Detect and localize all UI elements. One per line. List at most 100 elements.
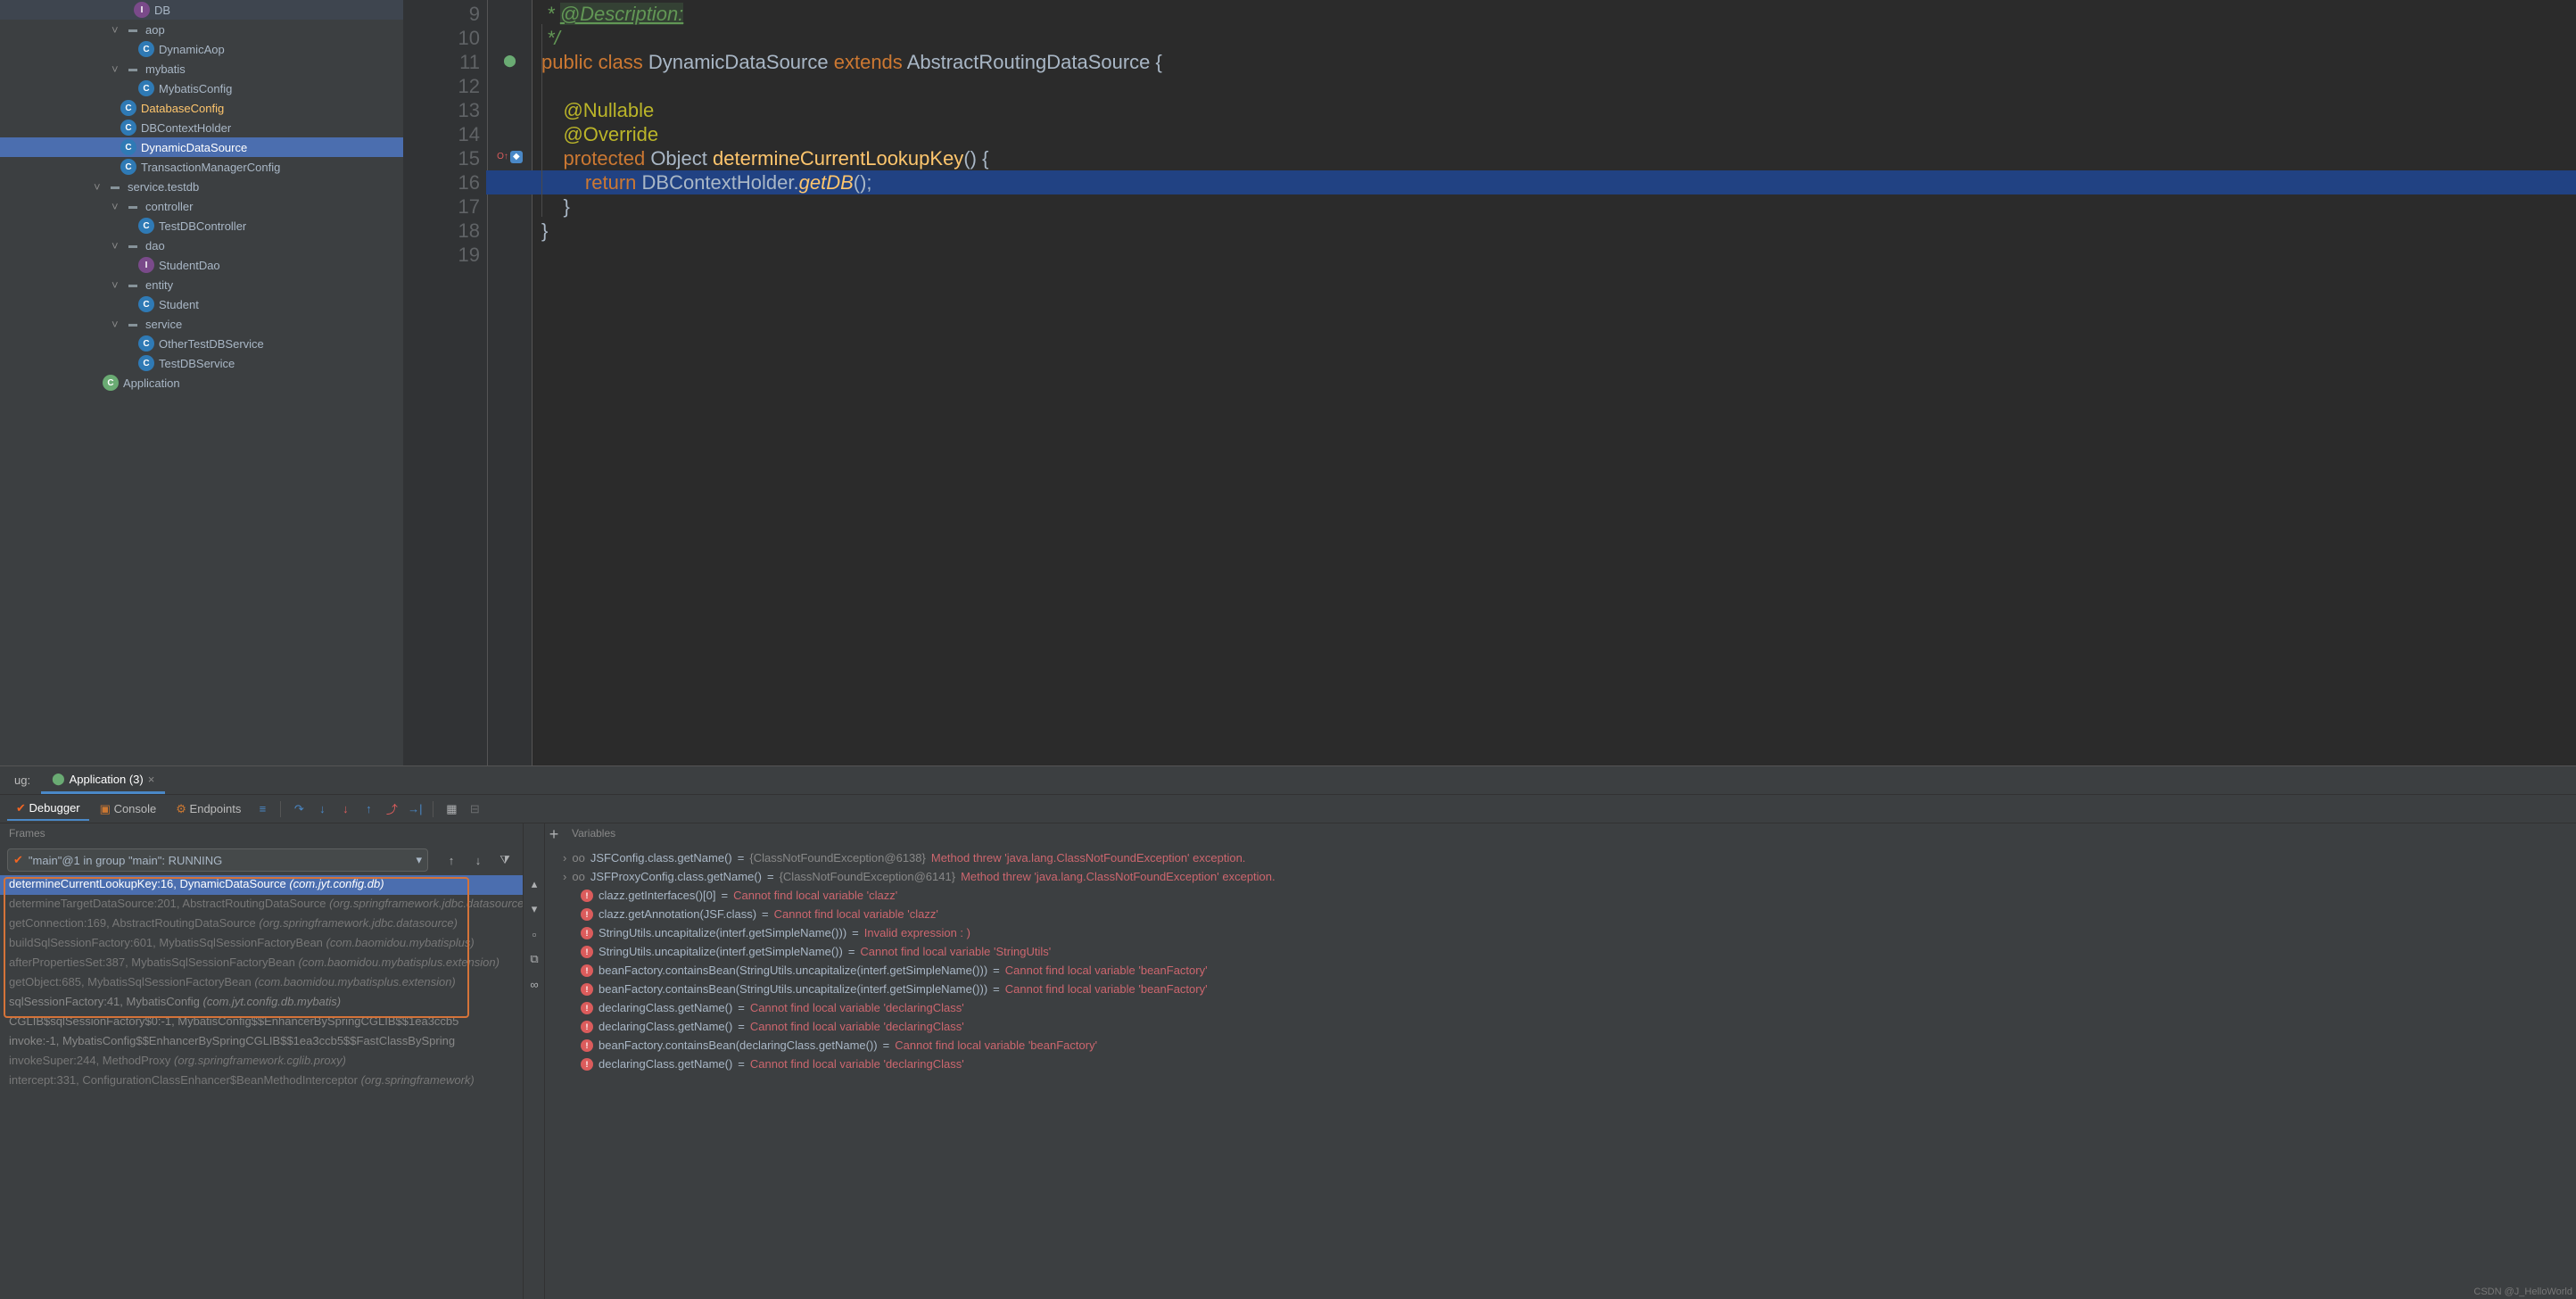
- variable-row[interactable]: ›ooJSFConfig.class.getName() = {ClassNot…: [545, 848, 2576, 867]
- variables-list[interactable]: ›ooJSFConfig.class.getName() = {ClassNot…: [545, 845, 2576, 1299]
- tree-item-mybatis[interactable]: ˅▬mybatis: [0, 59, 403, 79]
- frame-row[interactable]: invoke:-1, MybatisConfig$$EnhancerBySpri…: [0, 1032, 523, 1052]
- variable-row[interactable]: ›ooJSFProxyConfig.class.getName() = {Cla…: [545, 867, 2576, 886]
- tree-item-servicetestdb[interactable]: ˅▬service.testdb: [0, 177, 403, 196]
- prev-frame-icon[interactable]: ↑: [441, 849, 462, 871]
- class-icon: C: [138, 335, 154, 352]
- run-tab-application[interactable]: ⬤Application (3)×: [41, 766, 165, 794]
- frame-row[interactable]: buildSqlSessionFactory:601, MybatisSqlSe…: [0, 934, 523, 954]
- class-icon: C: [138, 218, 154, 234]
- variable-row[interactable]: !declaringClass.getName() = Cannot find …: [545, 1055, 2576, 1073]
- project-tree[interactable]: I DB ˅▬aop CDynamicAop ˅▬mybatis CMybatis…: [0, 0, 403, 765]
- code-area[interactable]: * @Description: */ public class DynamicD…: [533, 0, 2576, 765]
- variable-row[interactable]: !declaringClass.getName() = Cannot find …: [545, 998, 2576, 1017]
- bean-icon: ⬤: [503, 54, 516, 68]
- tree-label: dao: [145, 239, 165, 252]
- tree-label: service.testdb: [128, 180, 199, 194]
- frame-row[interactable]: getConnection:169, AbstractRoutingDataSo…: [0, 914, 523, 934]
- step-out-icon[interactable]: ↑: [358, 798, 379, 820]
- variable-row[interactable]: !StringUtils.uncapitalize(interf.getSimp…: [545, 923, 2576, 942]
- frame-row[interactable]: getObject:685, MybatisSqlSessionFactoryB…: [0, 973, 523, 993]
- variable-row[interactable]: !StringUtils.uncapitalize(interf.getSimp…: [545, 942, 2576, 961]
- filter-icon[interactable]: ⧩: [494, 849, 516, 871]
- frame-row[interactable]: sqlSessionFactory:41, MybatisConfig (com…: [0, 993, 523, 1013]
- frames-header: Frames: [0, 823, 523, 845]
- drop-frame-icon[interactable]: ⤴: [381, 798, 402, 820]
- close-icon[interactable]: ×: [148, 773, 155, 786]
- console-tab[interactable]: ▣ Console: [91, 798, 166, 820]
- variable-row[interactable]: !declaringClass.getName() = Cannot find …: [545, 1017, 2576, 1036]
- frame-row[interactable]: invokeSuper:244, MethodProxy (org.spring…: [0, 1052, 523, 1071]
- debugger-tab[interactable]: ✔ Debugger: [7, 798, 89, 821]
- tree-item-service[interactable]: ˅▬service: [0, 314, 403, 334]
- tree-label: OtherTestDBService: [159, 337, 264, 351]
- variable-row[interactable]: !beanFactory.containsBean(StringUtils.un…: [545, 980, 2576, 998]
- tree-item-dynamicaop[interactable]: CDynamicAop: [0, 39, 403, 59]
- variable-row[interactable]: !beanFactory.containsBean(StringUtils.un…: [545, 961, 2576, 980]
- tree-item-othertestdbservice[interactable]: C OtherTestDBService: [0, 334, 403, 353]
- next-frame-icon[interactable]: ↓: [467, 849, 489, 871]
- chevron-down-icon: ▾: [416, 853, 422, 867]
- frame-row[interactable]: afterPropertiesSet:387, MybatisSqlSessio…: [0, 954, 523, 973]
- interface-icon: I: [134, 2, 150, 18]
- frame-row[interactable]: determineTargetDataSource:201, AbstractR…: [0, 895, 523, 914]
- class-icon: C: [120, 100, 136, 116]
- tree-item-txnmanagerconfig[interactable]: CTransactionManagerConfig: [0, 157, 403, 177]
- variable-row[interactable]: !clazz.getAnnotation(JSF.class) = Cannot…: [545, 905, 2576, 923]
- tree-item-databaseconfig[interactable]: C DatabaseConfig: [0, 98, 403, 118]
- tree-item-student[interactable]: CStudent: [0, 294, 403, 314]
- gutter-annotations: ⬤ O↑◆ ●: [488, 0, 533, 765]
- step-into-icon[interactable]: ↓: [311, 798, 333, 820]
- variable-row[interactable]: !beanFactory.containsBean(declaringClass…: [545, 1036, 2576, 1055]
- tree-item-dbcontextholder[interactable]: CDBContextHolder: [0, 118, 403, 137]
- chevron-down-icon: ˅: [111, 23, 122, 37]
- collapse-icon[interactable]: ▫: [524, 923, 545, 945]
- up-icon[interactable]: ▴: [524, 873, 545, 895]
- down-icon[interactable]: ▾: [524, 898, 545, 920]
- override-icon: O↑: [497, 152, 508, 161]
- frame-row[interactable]: intercept:331, ConfigurationClassEnhance…: [0, 1071, 523, 1091]
- tree-label: DatabaseConfig: [141, 102, 224, 115]
- force-step-into-icon[interactable]: ↓: [334, 798, 356, 820]
- tree-item-aop[interactable]: ˅▬aop: [0, 20, 403, 39]
- tree-item-entity[interactable]: ˅▬entity: [0, 275, 403, 294]
- code-editor[interactable]: 910111213141516171819 ⬤ O↑◆ ● * @Descrip…: [403, 0, 2576, 765]
- copy-icon[interactable]: ⧉: [524, 948, 545, 970]
- chevron-down-icon: ˅: [111, 318, 122, 331]
- debugger-label: ug:: [4, 768, 41, 792]
- tree-item-testdbservice[interactable]: CTestDBService: [0, 353, 403, 373]
- tree-item-application[interactable]: CApplication: [0, 373, 403, 393]
- class-icon: C: [138, 80, 154, 96]
- tree-item-db[interactable]: I DB: [0, 0, 403, 20]
- evaluate-icon[interactable]: ▦: [441, 798, 462, 820]
- step-over-icon[interactable]: ↷: [288, 798, 310, 820]
- chevron-down-icon: ˅: [111, 200, 122, 213]
- tree-item-dynamicdatasource[interactable]: CDynamicDataSource: [0, 137, 403, 157]
- run-to-cursor-icon[interactable]: →|: [404, 798, 425, 820]
- class-icon: C: [120, 159, 136, 175]
- chevron-down-icon: ˅: [111, 278, 122, 292]
- code-text: protected: [563, 147, 645, 170]
- tree-item-controller[interactable]: ˅▬controller: [0, 196, 403, 216]
- frame-row[interactable]: CGLIB$sqlSessionFactory$0:-1, MybatisCon…: [0, 1013, 523, 1032]
- threads-icon[interactable]: ≡: [252, 798, 273, 820]
- tree-label: DB: [154, 4, 170, 17]
- variables-panel: + Variables ›ooJSFConfig.class.getName()…: [545, 823, 2576, 1299]
- tree-label: Student: [159, 298, 199, 311]
- link-icon[interactable]: ∞: [524, 973, 545, 995]
- spring-class-icon: C: [103, 375, 119, 391]
- frames-list[interactable]: determineCurrentLookupKey:16, DynamicDat…: [0, 875, 523, 1299]
- tree-item-dao[interactable]: ˅▬dao: [0, 236, 403, 255]
- frame-row[interactable]: determineCurrentLookupKey:16, DynamicDat…: [0, 875, 523, 895]
- tree-item-studentdao[interactable]: IStudentDao: [0, 255, 403, 275]
- class-icon: C: [138, 41, 154, 57]
- endpoints-tab[interactable]: ⚙ Endpoints: [167, 798, 250, 820]
- thread-selector[interactable]: ✔ "main"@1 in group "main": RUNNING ▾: [7, 848, 428, 872]
- code-text: return: [585, 171, 636, 194]
- trace-icon[interactable]: ⊟: [464, 798, 485, 820]
- add-watch-icon[interactable]: +: [545, 823, 563, 845]
- tree-item-mybatisconfig[interactable]: CMybatisConfig: [0, 79, 403, 98]
- code-text: class: [599, 51, 643, 73]
- variable-row[interactable]: !clazz.getInterfaces()[0] = Cannot find …: [545, 886, 2576, 905]
- tree-item-testdbcontroller[interactable]: CTestDBController: [0, 216, 403, 236]
